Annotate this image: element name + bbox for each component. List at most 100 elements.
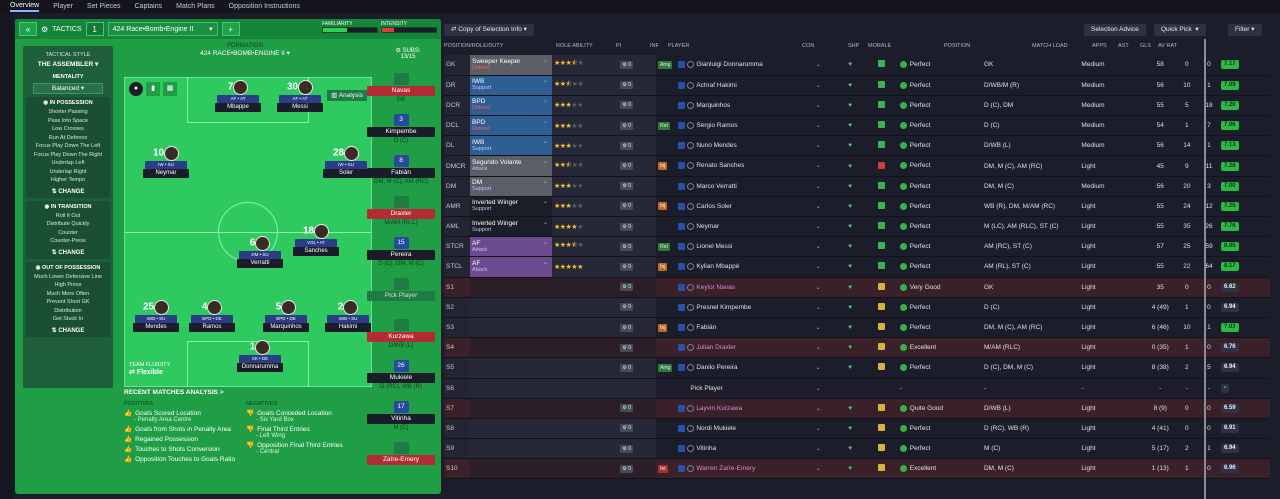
change-in-transition-button[interactable]: ⇅ CHANGE	[28, 249, 108, 256]
analysis-title[interactable]: RECENT MATCHES ANALYSIS >	[124, 389, 364, 396]
player-select[interactable]: Layvin Kurzawa ⌄	[676, 398, 825, 419]
column-header[interactable]: PI	[616, 43, 621, 49]
sub-slot[interactable]: Zaïre-Emery	[367, 442, 435, 466]
player-instructions-icon[interactable]: ⚙ 0	[620, 202, 634, 211]
tab-captains[interactable]: Captains	[135, 3, 163, 10]
table-row[interactable]: STCL AF ⌄ Attack ★★★★★ ⚙ 0 Inj Kylian Mbappé ⌄ ♥ P…	[444, 256, 1270, 278]
table-row[interactable]: S5 ⚙ 0 Amg Danilo Pereira ⌄ ♥ Perfect D (C), DM…	[444, 357, 1270, 379]
pitch-player[interactable]: 4 BPD • DE Ramos	[189, 300, 235, 332]
player-select[interactable]: Presnel Kimpembe ⌄	[676, 297, 825, 318]
formation-select[interactable]: 424 RACE•BOMB•ENGINE II ▾	[165, 49, 325, 57]
column-header[interactable]: GLS	[1140, 43, 1151, 49]
table-row[interactable]: S3 ⚙ 0 Inj Fabián ⌄ ♥ Perfect DM, M (C), AM (RC…	[444, 317, 1270, 339]
pitch-player[interactable]: 30 AF • AT Messi	[277, 80, 323, 112]
player-select[interactable]: Lionel Messi ⌄	[676, 236, 825, 258]
column-header[interactable]: PLAYER	[668, 43, 689, 49]
copy-selection-info-button[interactable]: ⇄ Copy of Selection Info ▾	[444, 24, 534, 36]
table-row[interactable]: DL IWB ⌄ Support ★★★★★ ⚙ 0 Nuno Mendes ⌄ ♥ Perfec…	[444, 135, 1270, 157]
player-select[interactable]: Gianluigi Donnarumma ⌄	[676, 55, 825, 76]
pitch-player[interactable]: 1 SK • DE Donnarumma	[237, 340, 283, 372]
pitch-player[interactable]: 25 IWB • SU Mendes	[133, 300, 179, 332]
player-instructions-icon[interactable]: ⚙ 0	[620, 60, 634, 69]
tab-player[interactable]: Player	[53, 3, 73, 10]
player-select[interactable]: Fabián ⌄	[676, 317, 825, 339]
table-row[interactable]: S8 ⚙ 0 Nordi Mukiele ⌄ ♥ Perfect D (RC), WB (R…	[444, 418, 1270, 440]
role-select[interactable]: AF ⌄ Attack	[470, 236, 552, 258]
table-row[interactable]: DM DM ⌄ Support ★★★★★ ⚙ 0 Marco Verratti ⌄ ♥ Perf…	[444, 176, 1270, 197]
column-header[interactable]: ROLE ABILITY	[556, 43, 593, 49]
player-instructions-icon[interactable]: ⚙ 0	[620, 363, 634, 372]
role-select[interactable]: Segundo Volante ⌄ Attack	[470, 155, 552, 177]
column-header[interactable]: POSITION/ROLE/DUTY	[444, 43, 503, 49]
style-select[interactable]: THE ASSEMBLER ▾	[23, 60, 113, 68]
table-row[interactable]: DR IWB ⌄ Support ★★⯪★★ ⚙ 0 Achraf Hakimi ⌄ ♥ Perf…	[444, 75, 1270, 96]
player-instructions-icon[interactable]: ⚙ 0	[620, 101, 634, 110]
tab-set-pieces[interactable]: Set Pieces	[87, 3, 120, 10]
player-select[interactable]: Marquinhos ⌄	[676, 95, 825, 117]
scrollbar[interactable]	[1204, 39, 1206, 499]
table-row[interactable]: DCL BPD ⌄ Defend ★★★★★ ⚙ 0 Ret Sergio Ramos ⌄ ♥ Pe…	[444, 115, 1270, 137]
column-header[interactable]: POSITION	[944, 43, 970, 49]
role-select[interactable]: IWB ⌄ Support	[470, 75, 552, 96]
change-in-possession-button[interactable]: ⇅ CHANGE	[28, 188, 108, 195]
player-instructions-icon[interactable]: ⚙ 0	[620, 424, 634, 433]
column-header[interactable]: MATCH LOAD	[1032, 43, 1068, 49]
role-select[interactable]: DM ⌄ Support	[470, 176, 552, 197]
player-instructions-icon[interactable]: ⚙ 0	[620, 81, 634, 90]
role-select[interactable]: IWB ⌄ Support	[470, 135, 552, 157]
player-instructions-icon[interactable]: ⚙ 0	[620, 464, 634, 473]
column-header[interactable]: APPS	[1092, 43, 1107, 49]
analysis-button[interactable]: ▥ Analysis	[327, 90, 367, 101]
table-row[interactable]: S6 Pick Player ⌄ - - - - - - -	[444, 378, 1270, 399]
shirt-icon[interactable]: ▦	[163, 82, 177, 96]
player-instructions-icon[interactable]: ⚙ 0	[620, 303, 634, 312]
pitch-player[interactable]: 28 IW • SU Soler	[323, 146, 369, 178]
column-header[interactable]: CON	[802, 43, 814, 49]
table-row[interactable]: S1 ⚙ 0 Keylor Navas ⌄ ♥ Very Good GK Light 35 0 0 6…	[444, 277, 1270, 298]
player-instructions-icon[interactable]: ⚙ 0	[620, 283, 634, 292]
column-header[interactable]: AV RAT	[1158, 43, 1177, 49]
sub-slot[interactable]: 15 Pereira D (C), DM, M (C)	[367, 237, 435, 267]
role-select[interactable]: Inverted Winger ⌄ Support	[470, 216, 552, 238]
pitch-player[interactable]: 18 VOL • AT Sanches	[293, 224, 339, 256]
tactic-select[interactable]: 424 Race•Bomb•Engine II ▾	[107, 22, 218, 36]
instructions-icons[interactable]: ● ▮ ▦	[129, 82, 177, 96]
sub-slot[interactable]: Pick Player	[367, 278, 435, 302]
sub-slot[interactable]: Draxler M/AM (RLC)	[367, 196, 435, 226]
player-instructions-icon[interactable]: ⚙ 0	[620, 262, 634, 271]
person-icon[interactable]: ●	[129, 82, 143, 96]
table-row[interactable]: S2 ⚙ 0 Presnel Kimpembe ⌄ ♥ Perfect D (C) Light…	[444, 297, 1270, 318]
filter-button[interactable]: Filter ▾	[1228, 24, 1262, 36]
column-header[interactable]: SHP	[848, 43, 859, 49]
player-select[interactable]: Pick Player ⌄	[676, 378, 825, 399]
player-instructions-icon[interactable]: ⚙ 0	[620, 444, 634, 453]
table-row[interactable]: AMR Inverted Winger ⌄ Support ★★★★★ ⚙ 0 Inj Car…	[444, 196, 1270, 218]
table-row[interactable]: DMCR Segundo Volante ⌄ Attack ★★⯪★★ ⚙ 0 Inj Ren…	[444, 155, 1270, 177]
tactic-slot-button[interactable]: 1	[85, 22, 104, 36]
player-instructions-icon[interactable]: ⚙ 0	[620, 162, 634, 171]
player-instructions-icon[interactable]: ⚙ 0	[620, 323, 634, 332]
selection-advice-button[interactable]: Selection Advice	[1084, 24, 1146, 36]
table-row[interactable]: DCR BPD ⌄ Defend ★★★★★ ⚙ 0 Marquinhos ⌄ ♥ Perfect…	[444, 95, 1270, 117]
tab-overview[interactable]: Overview	[10, 2, 40, 12]
collapse-button[interactable]: «	[19, 22, 37, 36]
sub-slot[interactable]: 26 Mukiele D (RC), WB (R)	[367, 360, 435, 390]
column-header[interactable]: MORALE	[868, 43, 891, 49]
player-select[interactable]: Sergio Ramos ⌄	[676, 115, 825, 137]
sub-slot[interactable]: 17 Vitinha M (C)	[367, 401, 435, 431]
table-row[interactable]: STCR AF ⌄ Attack ★★★⯪★ ⚙ 0 Ret Lionel Messi ⌄ ♥ Pe…	[444, 236, 1270, 258]
table-row[interactable]: S9 ⚙ 0 Vitinha ⌄ ♥ Perfect M (C) Light 5 (17) 2 1 6…	[444, 438, 1270, 460]
table-row[interactable]: S4 ⚙ 0 Julian Draxler ⌄ ♥ Excellent M/AM (RLC)…	[444, 337, 1270, 359]
player-select[interactable]: Renato Sanches ⌄	[676, 155, 825, 177]
table-row[interactable]: S10 ⚙ 0 Int Warren Zaïre-Emery ⌄ ♥ Excellent DM…	[444, 458, 1270, 480]
sub-slot[interactable]: 8 Fabián DM, M (C), AM (RC)	[367, 155, 435, 185]
role-select[interactable]: BPD ⌄ Defend	[470, 115, 552, 137]
role-select[interactable]: AF ⌄ Attack	[470, 256, 552, 278]
player-select[interactable]: Achraf Hakimi ⌄	[676, 75, 825, 96]
role-select[interactable]: Inverted Winger ⌄ Support	[470, 196, 552, 218]
player-instructions-icon[interactable]: ⚙ 0	[620, 343, 634, 352]
player-select[interactable]: Nordi Mukiele ⌄	[676, 418, 825, 440]
sub-slot[interactable]: 3 Kimpembe D (C)	[367, 114, 435, 144]
pitch-player[interactable]: 7 AF • AT Mbappe	[215, 80, 261, 112]
sub-slot[interactable]: Navas GK	[367, 73, 435, 103]
